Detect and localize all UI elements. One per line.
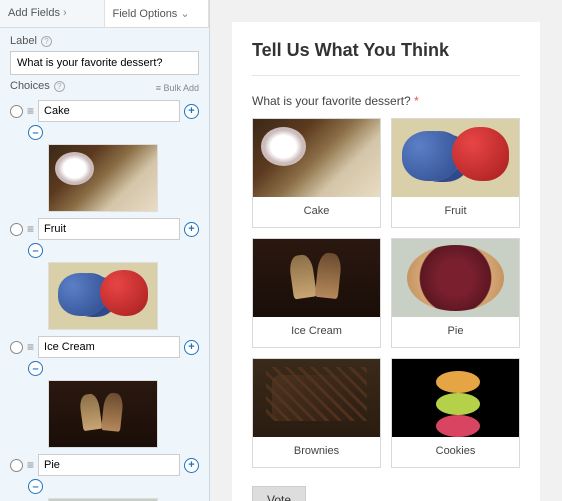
- option-image: [392, 119, 519, 197]
- field-label-input[interactable]: [10, 51, 199, 75]
- bulk-add-link[interactable]: ≡ Bulk Add: [156, 83, 199, 93]
- option-label: Cookies: [436, 437, 476, 467]
- option-label: Cake: [304, 197, 330, 227]
- option-card[interactable]: Brownies: [252, 358, 381, 468]
- choice-label-input[interactable]: [38, 454, 180, 476]
- drag-handle-icon[interactable]: ≡: [27, 105, 34, 117]
- choice-label-input[interactable]: [38, 336, 180, 358]
- form-title: Tell Us What You Think: [252, 40, 520, 76]
- tab-field-options[interactable]: Field Options ⌄: [105, 0, 210, 27]
- option-image: [392, 359, 519, 437]
- choice-default-radio[interactable]: [10, 223, 23, 236]
- option-image: [392, 239, 519, 317]
- form-preview-panel: Tell Us What You Think What is your favo…: [210, 0, 562, 501]
- choice-image-thumbnail[interactable]: [48, 144, 158, 212]
- remove-choice-button[interactable]: –: [28, 125, 43, 140]
- choice-image-thumbnail[interactable]: [48, 380, 158, 448]
- option-label: Brownies: [294, 437, 339, 467]
- option-label: Fruit: [445, 197, 467, 227]
- choice-default-radio[interactable]: [10, 105, 23, 118]
- required-asterisk: *: [414, 94, 419, 108]
- add-choice-button[interactable]: +: [184, 340, 199, 355]
- choice-label-input[interactable]: [38, 100, 180, 122]
- choice-image-thumbnail[interactable]: [48, 262, 158, 330]
- option-image: [253, 239, 380, 317]
- tab-label: Add Fields: [8, 7, 60, 19]
- remove-choice-button[interactable]: –: [28, 243, 43, 258]
- label-heading: Label: [10, 35, 37, 47]
- add-choice-button[interactable]: +: [184, 222, 199, 237]
- remove-choice-button[interactable]: –: [28, 479, 43, 494]
- choice-label-input[interactable]: [38, 218, 180, 240]
- add-choice-button[interactable]: +: [184, 104, 199, 119]
- option-card[interactable]: Cookies: [391, 358, 520, 468]
- choice-default-radio[interactable]: [10, 341, 23, 354]
- tab-add-fields[interactable]: Add Fields ›: [0, 0, 105, 27]
- choice-row: ≡+: [10, 100, 199, 122]
- form-preview-card: Tell Us What You Think What is your favo…: [232, 22, 540, 501]
- option-image: [253, 359, 380, 437]
- option-card[interactable]: Fruit: [391, 118, 520, 228]
- option-card[interactable]: Cake: [252, 118, 381, 228]
- choices-heading: Choices: [10, 80, 50, 92]
- chevron-right-icon: ›: [63, 7, 67, 19]
- add-choice-button[interactable]: +: [184, 458, 199, 473]
- option-card[interactable]: Pie: [391, 238, 520, 348]
- label-section: Label ?: [0, 28, 209, 80]
- choice-row: ≡+: [10, 454, 199, 476]
- help-icon[interactable]: ?: [41, 36, 52, 47]
- remove-choice-button[interactable]: –: [28, 361, 43, 376]
- chevron-down-icon: ⌄: [180, 8, 189, 20]
- help-icon[interactable]: ?: [54, 81, 65, 92]
- drag-handle-icon[interactable]: ≡: [27, 223, 34, 235]
- builder-sidebar: Add Fields › Field Options ⌄ Label ? Cho…: [0, 0, 210, 501]
- option-label: Pie: [448, 317, 464, 347]
- choices-header: Choices ? ≡ Bulk Add: [0, 80, 209, 100]
- label-heading-row: Label ?: [10, 35, 199, 47]
- choices-heading-row: Choices ?: [10, 80, 65, 92]
- vote-button[interactable]: Vote: [252, 486, 306, 501]
- question-label: What is your favorite dessert? *: [252, 94, 520, 108]
- choice-row: ≡+: [10, 336, 199, 358]
- option-card[interactable]: Ice Cream: [252, 238, 381, 348]
- option-label: Ice Cream: [291, 317, 342, 347]
- choice-row: ≡+: [10, 218, 199, 240]
- option-image: [253, 119, 380, 197]
- drag-handle-icon[interactable]: ≡: [27, 459, 34, 471]
- tab-label: Field Options: [113, 8, 178, 20]
- choice-default-radio[interactable]: [10, 459, 23, 472]
- options-grid: Cake Fruit Ice Cream Pie Brownies Cookies: [252, 118, 520, 468]
- drag-handle-icon[interactable]: ≡: [27, 341, 34, 353]
- sidebar-tabs: Add Fields › Field Options ⌄: [0, 0, 209, 28]
- choices-list: ≡+–≡+–≡+–≡+–≡+–: [0, 100, 209, 501]
